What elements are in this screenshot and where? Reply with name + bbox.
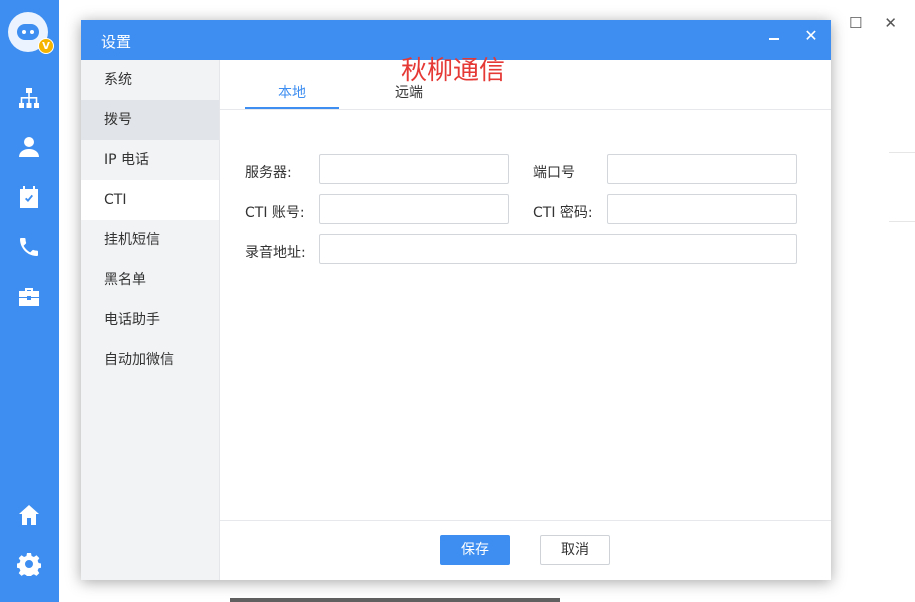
briefcase-icon[interactable] bbox=[16, 284, 42, 310]
main-window-controls: ☐ ✕ bbox=[849, 14, 897, 32]
sidebar-item-blacklist[interactable]: 黑名单 bbox=[81, 260, 219, 300]
gear-icon[interactable] bbox=[16, 551, 42, 577]
close-icon[interactable]: ✕ bbox=[884, 14, 897, 32]
sidebar-item-dial[interactable]: 拨号 bbox=[81, 100, 219, 140]
port-label: 端口号 bbox=[533, 165, 575, 181]
background-card bbox=[889, 152, 915, 222]
port-input[interactable] bbox=[607, 154, 797, 184]
vip-badge: V bbox=[38, 38, 54, 54]
sidebar-item-auto-wechat[interactable]: 自动加微信 bbox=[81, 340, 219, 380]
sidebar-item-phone-assistant[interactable]: 电话助手 bbox=[81, 300, 219, 340]
dialog-title: 设置 bbox=[101, 33, 132, 51]
user-icon[interactable] bbox=[16, 134, 42, 160]
minimize-icon[interactable] bbox=[767, 28, 783, 48]
settings-sidebar: 系统 拨号 IP 电话 CTI 挂机短信 黑名单 电话助手 自动加微信 bbox=[81, 60, 220, 580]
cti-account-label: CTI 账号: bbox=[245, 205, 305, 221]
org-chart-icon[interactable] bbox=[16, 85, 42, 111]
tab-local[interactable]: 本地 bbox=[245, 82, 339, 102]
cti-password-input[interactable] bbox=[607, 194, 797, 224]
sidebar-item-ip-phone[interactable]: IP 电话 bbox=[81, 140, 219, 180]
tab-bar: 本地 远端 bbox=[220, 60, 831, 110]
sidebar-item-system[interactable]: 系统 bbox=[81, 60, 219, 100]
active-tab-indicator bbox=[245, 107, 339, 109]
recording-address-label: 录音地址: bbox=[245, 245, 306, 261]
home-icon[interactable] bbox=[16, 502, 42, 528]
calendar-check-icon[interactable] bbox=[16, 184, 42, 210]
save-button[interactable]: 保存 bbox=[440, 535, 510, 565]
bot-face-icon bbox=[17, 24, 39, 40]
server-input[interactable] bbox=[319, 154, 509, 184]
watermark-text: 秋柳通信 bbox=[401, 56, 506, 86]
phone-icon[interactable] bbox=[16, 234, 42, 260]
app-avatar[interactable]: V bbox=[8, 12, 54, 54]
recording-address-input[interactable] bbox=[319, 234, 797, 264]
dialog-footer: 保存 取消 bbox=[220, 520, 831, 580]
settings-dialog: 设置 ✕ 系统 拨号 IP 电话 CTI 挂机短信 黑名单 电话助手 自动加微信… bbox=[81, 20, 831, 580]
maximize-icon[interactable]: ☐ bbox=[849, 14, 862, 32]
settings-content: 本地 远端 秋柳通信 服务器: 端口号 CTI 账号: CTI 密码: 录音地址… bbox=[220, 56, 831, 540]
server-label: 服务器: bbox=[245, 165, 292, 181]
cti-account-input[interactable] bbox=[319, 194, 509, 224]
cti-password-label: CTI 密码: bbox=[533, 205, 593, 221]
cancel-button[interactable]: 取消 bbox=[540, 535, 610, 565]
close-icon[interactable]: ✕ bbox=[803, 28, 819, 44]
background-strip bbox=[230, 598, 560, 602]
sidebar-item-hangup-sms[interactable]: 挂机短信 bbox=[81, 220, 219, 260]
sidebar-item-cti[interactable]: CTI bbox=[81, 180, 219, 220]
app-sidebar-rail: V bbox=[0, 0, 59, 602]
